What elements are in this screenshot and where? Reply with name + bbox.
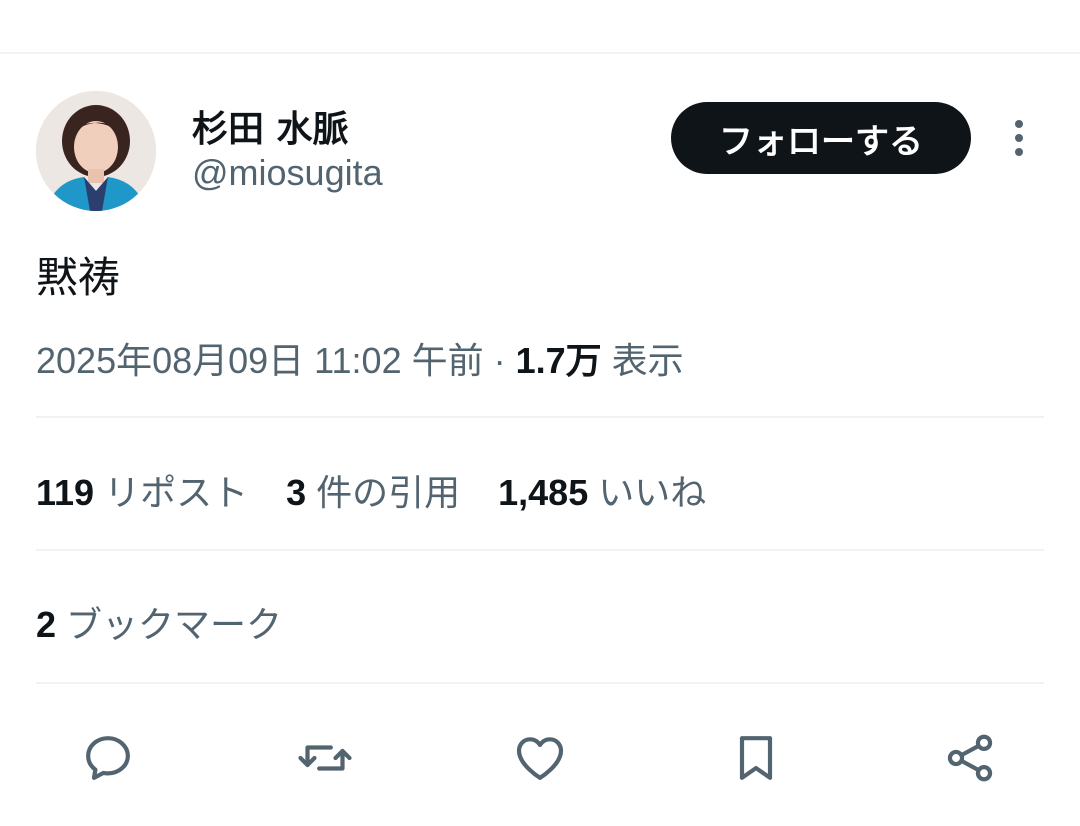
engagement-stats: 119 リポスト 3 件の引用 1,485 いいね [36, 464, 744, 516]
bookmark-label: ブックマーク [66, 604, 283, 645]
tweet-timestamp[interactable]: 2025年08月09日 11:02 午前 [36, 340, 484, 381]
bookmark-button[interactable] [726, 728, 786, 788]
bookmark-icon [739, 736, 773, 780]
tweet-meta: 2025年08月09日 11:02 午前 · 1.7万 表示 [36, 332, 684, 384]
like-label: いいね [598, 472, 707, 513]
avatar-image [36, 91, 156, 211]
repost-icon [298, 745, 352, 771]
like-button[interactable] [510, 728, 570, 788]
bookmark-stat[interactable]: 2 ブックマーク [36, 596, 282, 648]
follow-button[interactable]: フォローする [671, 102, 971, 174]
avatar[interactable] [36, 91, 156, 211]
views-label: 表示 [611, 340, 684, 381]
more-options-icon[interactable] [1004, 118, 1034, 158]
bookmark-count: 2 [36, 604, 57, 645]
divider [36, 416, 1044, 418]
repost-label: リポスト [104, 472, 249, 513]
reply-icon [86, 736, 130, 780]
repost-stat[interactable]: 119 リポスト [36, 464, 248, 516]
meta-separator: · [483, 340, 516, 381]
like-stat[interactable]: 1,485 いいね [498, 464, 706, 516]
top-divider [0, 52, 1080, 54]
share-icon [947, 734, 993, 782]
like-icon [516, 737, 564, 780]
quote-stat[interactable]: 3 件の引用 [286, 464, 460, 516]
share-button[interactable] [940, 728, 1000, 788]
repost-button[interactable] [295, 728, 355, 788]
views-count: 1.7万 [515, 340, 602, 381]
divider [36, 682, 1044, 684]
reply-button[interactable] [78, 728, 138, 788]
quote-label: 件の引用 [316, 472, 461, 513]
quote-count: 3 [286, 472, 307, 513]
user-handle[interactable]: @miosugita [192, 152, 383, 194]
display-name[interactable]: 杉田 水脈 [192, 100, 349, 152]
tweet-text: 黙祷 [36, 253, 121, 302]
divider [36, 549, 1044, 551]
repost-count: 119 [36, 472, 95, 513]
like-count: 1,485 [498, 472, 589, 513]
